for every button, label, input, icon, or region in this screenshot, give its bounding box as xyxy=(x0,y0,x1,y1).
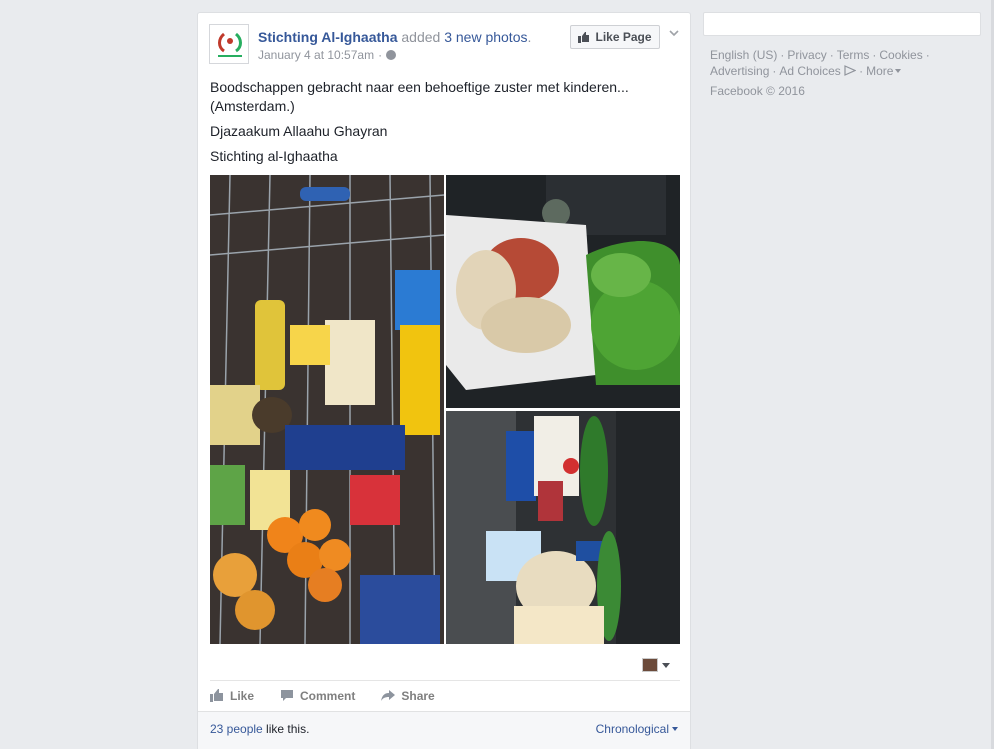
post-paragraph: Boodschappen gebracht naar een behoeftig… xyxy=(210,79,629,114)
footer-separator: · xyxy=(859,64,864,78)
page-name-link[interactable]: Stichting Al-Ighaatha xyxy=(258,29,397,45)
globe-icon xyxy=(386,50,397,60)
post-header-text: Stichting Al-Ighaatha added 3 new photos… xyxy=(258,28,531,62)
footer-link-terms[interactable]: Terms xyxy=(837,48,870,62)
page-avatar[interactable] xyxy=(209,24,249,64)
likers-link[interactable]: 23 people xyxy=(210,722,263,736)
footer-link-cookies[interactable]: Cookies xyxy=(879,48,922,62)
chevron-down-icon[interactable] xyxy=(668,27,680,39)
caret-down-icon xyxy=(895,69,902,73)
photo-bag-groceries[interactable] xyxy=(446,175,680,408)
post-header: Stichting Al-Ighaatha added 3 new photos… xyxy=(198,13,690,69)
likes-summary: 23 people like this. xyxy=(210,722,309,736)
likes-suffix: like this. xyxy=(262,722,310,736)
footer-separator: · xyxy=(872,48,877,62)
new-photos-link[interactable]: 3 new photos xyxy=(444,29,527,45)
post-as-selector[interactable] xyxy=(642,658,670,672)
thumbs-up-icon xyxy=(578,32,590,43)
facebook-page: Stichting Al-Ighaatha added 3 new photos… xyxy=(0,0,994,749)
right-column-box xyxy=(703,12,981,36)
photo-shopping-cart[interactable] xyxy=(210,175,444,644)
footer-separator: · xyxy=(829,48,834,62)
thumbs-up-icon xyxy=(210,689,223,702)
footer-separator: · xyxy=(780,48,785,62)
post-message: Boodschappen gebracht naar een behoeftig… xyxy=(210,78,680,172)
share-icon xyxy=(381,690,396,701)
caret-down-icon xyxy=(662,662,670,668)
footer-link-language[interactable]: English (US) xyxy=(710,48,777,62)
action-bar: Like Comment Share xyxy=(210,680,680,710)
footer-links: English (US) · Privacy · Terms · Cookies · Adve… xyxy=(710,47,970,79)
share-label: Share xyxy=(401,688,435,703)
footer-link-more[interactable]: More xyxy=(866,64,893,78)
footer-separator: · xyxy=(925,48,930,62)
caret-down-icon xyxy=(672,727,678,731)
likes-bar: 23 people like this. Chronological xyxy=(198,711,690,749)
sort-label: Chronological xyxy=(595,722,669,736)
post-paragraph: Stichting al-Ighaatha xyxy=(210,148,338,164)
comment-icon xyxy=(281,690,294,701)
footer-separator: · xyxy=(772,64,777,78)
footer-link-adchoices[interactable]: Ad Choices xyxy=(779,64,840,78)
like-button[interactable]: Like xyxy=(210,689,254,703)
photo-grid xyxy=(210,175,680,644)
post-card: Stichting Al-Ighaatha added 3 new photos… xyxy=(197,12,691,749)
adchoices-icon xyxy=(844,65,857,76)
footer-link-privacy[interactable]: Privacy xyxy=(787,48,826,62)
added-text: added xyxy=(401,29,441,45)
share-button[interactable]: Share xyxy=(381,688,435,703)
timestamp-separator: · xyxy=(378,48,383,62)
post-paragraph: Djazaakum Allaahu Ghayran xyxy=(210,123,388,139)
footer-link-advertising[interactable]: Advertising xyxy=(710,64,769,78)
post-timestamp[interactable]: January 4 at 10:57am xyxy=(258,48,374,62)
comment-label: Comment xyxy=(300,688,356,703)
photo-car-groceries[interactable] xyxy=(446,411,680,644)
period-text: . xyxy=(527,29,532,45)
like-label: Like xyxy=(230,688,255,703)
copyright: Facebook © 2016 xyxy=(710,84,805,98)
like-page-label: Like Page xyxy=(595,30,652,44)
like-page-button[interactable]: Like Page xyxy=(570,25,660,49)
user-avatar xyxy=(642,658,658,672)
sort-dropdown[interactable]: Chronological xyxy=(596,722,678,736)
post-as-selector-row xyxy=(210,654,680,678)
comment-button[interactable]: Comment xyxy=(280,689,355,703)
